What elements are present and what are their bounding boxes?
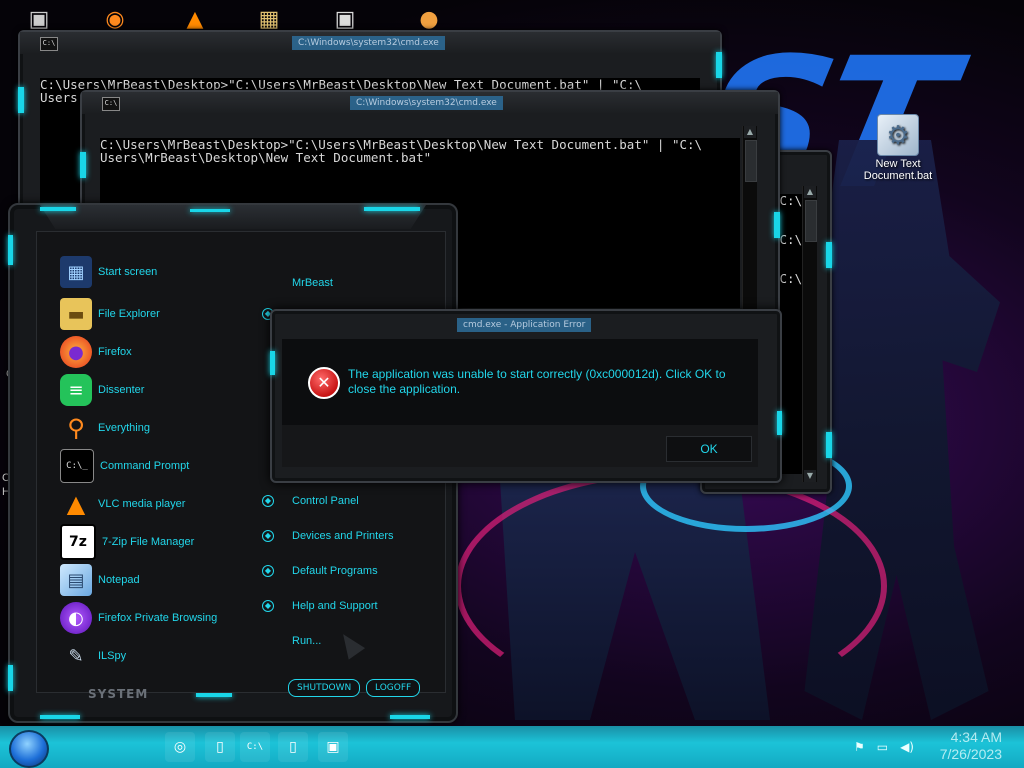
title-bar[interactable]: C:\ C:\Windows\system32\cmd.exe bbox=[20, 32, 720, 54]
start-menu-run[interactable]: Run... bbox=[292, 635, 321, 647]
frame-accent bbox=[80, 152, 86, 178]
logoff-button[interactable]: LOGOFF bbox=[366, 679, 421, 697]
bullet-icon: ◆ bbox=[262, 495, 274, 507]
frame-accent bbox=[8, 235, 13, 265]
frame-accent bbox=[364, 207, 420, 211]
start-menu-item-start-screen[interactable]: ▦ Start screen bbox=[60, 255, 260, 289]
start-menu-control-panel[interactable]: Control Panel bbox=[292, 495, 359, 507]
start-menu-item-7zip[interactable]: 7z 7-Zip File Manager bbox=[60, 524, 260, 560]
ok-button[interactable]: OK bbox=[666, 436, 752, 462]
frame-accent bbox=[390, 715, 430, 719]
vlc-icon: ▲ bbox=[66, 490, 86, 518]
start-menu-item-firefox-private[interactable]: ◐ Firefox Private Browsing bbox=[60, 601, 260, 635]
start-screen-icon: ▦ bbox=[60, 256, 92, 288]
cmd-icon: C:\ bbox=[102, 97, 120, 111]
chrome-icon[interactable]: ◎ bbox=[165, 732, 195, 762]
scroll-thumb[interactable] bbox=[745, 140, 757, 182]
window-title: C:\Windows\system32\cmd.exe bbox=[350, 96, 503, 110]
dissenter-icon: ≡ bbox=[60, 374, 92, 406]
frame-accent bbox=[826, 432, 832, 458]
clock[interactable]: 4:34 AM 7/26/2023 bbox=[912, 729, 1002, 763]
error-icon: ✕ bbox=[308, 367, 340, 399]
frame-accent bbox=[270, 351, 275, 375]
scroll-up-arrow-icon[interactable]: ▲ bbox=[744, 126, 756, 138]
error-message: The application was unable to start corr… bbox=[348, 367, 726, 396]
dialog-title: cmd.exe - Application Error bbox=[457, 318, 592, 332]
frame-accent bbox=[8, 665, 13, 691]
start-menu-devices-printers[interactable]: Devices and Printers bbox=[292, 530, 394, 542]
clock-time: 4:34 AM bbox=[950, 729, 1002, 745]
network-icon[interactable]: ▭ bbox=[877, 740, 888, 754]
frame-accent bbox=[774, 212, 780, 238]
desktop-icon-label: New Text Document.bat bbox=[863, 158, 933, 182]
cmd-icon: C:\ bbox=[40, 37, 58, 51]
start-menu-default-programs[interactable]: Default Programs bbox=[292, 565, 378, 577]
frame-accent bbox=[196, 693, 232, 697]
system-label: SYSTEM bbox=[88, 687, 149, 701]
window-title: C:\Windows\system32\cmd.exe bbox=[292, 36, 445, 50]
start-menu-item-vlc[interactable]: ▲ VLC media player bbox=[60, 487, 260, 521]
scrollbar[interactable]: ▲ bbox=[742, 126, 757, 312]
explorer-icon[interactable]: ▯ bbox=[205, 732, 235, 762]
gear-icon: ⚙ bbox=[877, 114, 919, 156]
start-menu-item-everything[interactable]: ⚲ Everything bbox=[60, 411, 260, 445]
cmd-icon[interactable]: C:\ bbox=[240, 732, 270, 762]
frame-accent bbox=[190, 209, 230, 212]
scroll-thumb[interactable] bbox=[805, 200, 817, 242]
private-browsing-icon: ◐ bbox=[60, 602, 92, 634]
flag-icon[interactable]: ⚑ bbox=[854, 740, 865, 754]
frame-accent bbox=[18, 87, 24, 113]
scroll-up-arrow-icon[interactable]: ▲ bbox=[804, 186, 816, 198]
scroll-down-arrow-icon[interactable]: ▼ bbox=[804, 470, 816, 482]
frame-accent bbox=[826, 242, 832, 268]
firefox-icon: ● bbox=[60, 336, 92, 368]
title-bar[interactable]: C:\ C:\Windows\system32\cmd.exe bbox=[82, 92, 778, 114]
user-name[interactable]: MrBeast bbox=[292, 277, 333, 289]
error-dialog[interactable]: cmd.exe - Application Error ✕ The applic… bbox=[270, 309, 782, 483]
frame-accent bbox=[40, 715, 80, 719]
start-menu-item-ilspy[interactable]: ✎ ILSpy bbox=[60, 639, 260, 673]
notepad-icon: ▤ bbox=[60, 564, 92, 596]
window-icon[interactable]: ▣ bbox=[318, 732, 348, 762]
scrollbar[interactable]: ▲ ▼ bbox=[802, 186, 817, 482]
clock-date: 7/26/2023 bbox=[939, 746, 1002, 762]
bullet-icon: ◆ bbox=[262, 600, 274, 612]
terminal-icon: C:\_ bbox=[60, 449, 94, 483]
start-menu-item-notepad[interactable]: ▤ Notepad bbox=[60, 563, 260, 597]
frame-accent bbox=[40, 207, 76, 211]
taskbar: ◎ ▯ C:\ ▯ ▣ ⚑ ▭ ◀) 4:34 AM 7/26/2023 bbox=[0, 726, 1024, 768]
new-text-document-bat-icon[interactable]: ⚙ New Text Document.bat bbox=[858, 114, 938, 182]
ilspy-icon: ✎ bbox=[68, 645, 84, 667]
search-icon: ⚲ bbox=[67, 414, 85, 442]
start-menu-item-file-explorer[interactable]: ▬ File Explorer bbox=[60, 297, 260, 331]
7zip-icon: 7z bbox=[60, 524, 96, 560]
start-menu-item-command-prompt[interactable]: C:\_ Command Prompt bbox=[60, 449, 260, 483]
start-menu-help-support[interactable]: Help and Support bbox=[292, 600, 378, 612]
shutdown-button[interactable]: SHUTDOWN bbox=[288, 679, 361, 697]
start-menu-item-firefox[interactable]: ● Firefox bbox=[60, 335, 260, 369]
start-menu-item-dissenter[interactable]: ≡ Dissenter bbox=[60, 373, 260, 407]
bullet-icon: ◆ bbox=[262, 565, 274, 577]
folder-icon: ▬ bbox=[60, 298, 92, 330]
window-icon[interactable]: ▯ bbox=[278, 732, 308, 762]
bullet-icon: ◆ bbox=[262, 530, 274, 542]
start-button[interactable] bbox=[9, 730, 49, 768]
frame-accent bbox=[716, 52, 722, 78]
frame-accent bbox=[777, 411, 782, 435]
system-tray: ⚑ ▭ ◀) bbox=[854, 740, 914, 754]
